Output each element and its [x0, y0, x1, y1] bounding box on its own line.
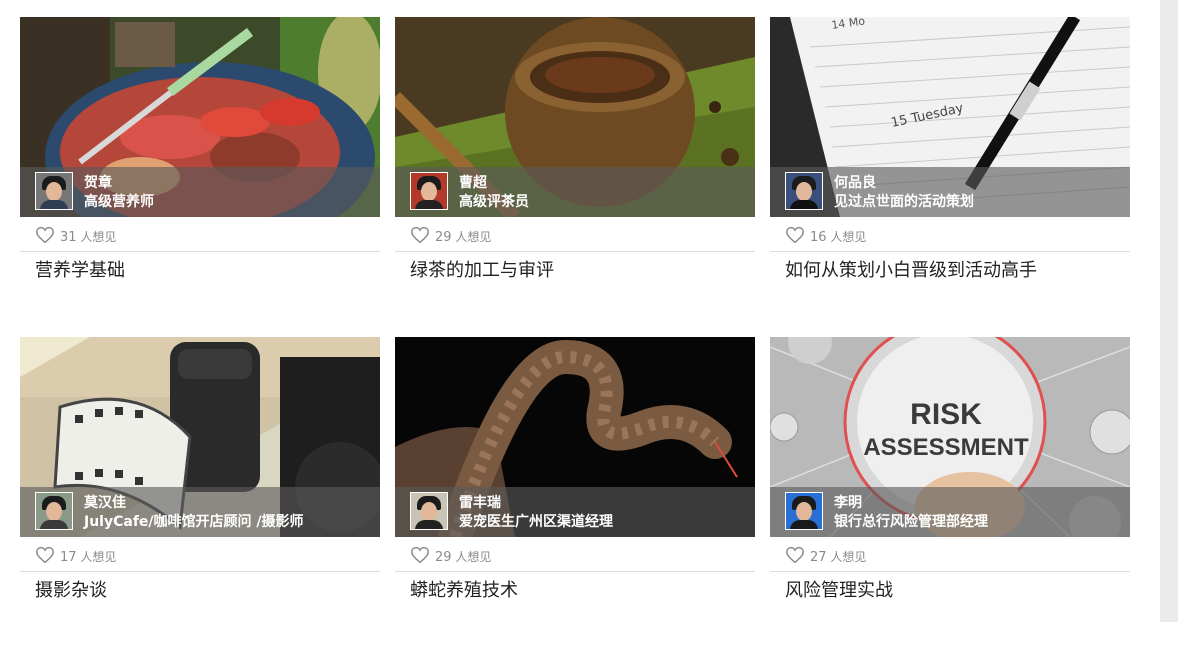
course-thumbnail[interactable]: 贺章 高级营养师	[20, 17, 380, 217]
card-meta: 29 人想见	[395, 217, 755, 252]
heart-icon[interactable]	[35, 546, 55, 564]
like-count: 17	[60, 550, 77, 565]
card-meta: 31 人想见	[20, 217, 380, 252]
risk-text: RISK	[910, 398, 982, 431]
teacher-avatar[interactable]	[785, 172, 823, 210]
teacher-title: 爱宠医生广州区渠道经理	[459, 514, 613, 530]
like-count: 31	[60, 230, 77, 245]
teacher-avatar[interactable]	[410, 492, 448, 530]
teacher-title: 见过点世面的活动策划	[834, 194, 974, 210]
teacher-title: 银行总行风险管理部经理	[834, 514, 988, 530]
course-title[interactable]: 营养学基础	[35, 260, 380, 282]
teacher-title: 高级评茶员	[459, 194, 529, 210]
want-count: 29 人想见	[435, 228, 491, 245]
teacher-avatar[interactable]	[785, 492, 823, 530]
teacher-info-bar: 雷丰瑞 爱宠医生广州区渠道经理	[395, 487, 755, 537]
course-card[interactable]: 14 Mo 15 Tuesday 何品良 见过点世面的活动策划 16 人想见 如…	[770, 17, 1130, 297]
course-card[interactable]: 贺章 高级营养师 31 人想见 营养学基础	[20, 17, 380, 297]
course-thumbnail[interactable]: 曹超 高级评茶员	[395, 17, 755, 217]
teacher-title: JulyCafe/咖啡馆开店顾问 /摄影师	[84, 514, 304, 530]
teacher-avatar[interactable]	[35, 172, 73, 210]
teacher-name[interactable]: 贺章	[84, 175, 112, 191]
teacher-info-bar: 莫汉佳 JulyCafe/咖啡馆开店顾问 /摄影师	[20, 487, 380, 537]
course-card[interactable]: 雷丰瑞 爱宠医生广州区渠道经理 29 人想见 蟒蛇养殖技术	[395, 337, 755, 617]
course-thumbnail[interactable]: 雷丰瑞 爱宠医生广州区渠道经理	[395, 337, 755, 537]
assessment-text: ASSESSMENT	[863, 434, 1029, 461]
like-suffix: 人想见	[80, 230, 117, 244]
like-count: 27	[810, 550, 827, 565]
teacher-info-bar: 何品良 见过点世面的活动策划	[770, 167, 1130, 217]
teacher-title: 高级营养师	[84, 194, 154, 210]
want-count: 27 人想见	[810, 548, 866, 565]
heart-icon[interactable]	[410, 546, 430, 564]
heart-icon[interactable]	[410, 226, 430, 244]
like-suffix: 人想见	[830, 230, 867, 244]
course-row: 莫汉佳 JulyCafe/咖啡馆开店顾问 /摄影师 17 人想见 摄影杂谈 雷丰…	[20, 337, 1130, 617]
course-title[interactable]: 风险管理实战	[785, 580, 1130, 602]
want-count: 31 人想见	[60, 228, 116, 245]
course-card[interactable]: RISK ASSESSMENT 李明 银行总行风险管理部经理 27 人想见 风险…	[770, 337, 1130, 617]
card-meta: 16 人想见	[770, 217, 1130, 252]
teacher-info-bar: 贺章 高级营养师	[20, 167, 380, 217]
course-title[interactable]: 摄影杂谈	[35, 580, 380, 602]
like-suffix: 人想见	[80, 550, 117, 564]
want-count: 17 人想见	[60, 548, 116, 565]
teacher-avatar[interactable]	[410, 172, 448, 210]
page-scrollbar[interactable]	[1160, 0, 1178, 622]
like-suffix: 人想见	[455, 550, 492, 564]
course-thumbnail[interactable]: RISK ASSESSMENT 李明 银行总行风险管理部经理	[770, 337, 1130, 537]
like-count: 16	[810, 230, 827, 245]
teacher-name[interactable]: 李明	[834, 495, 862, 511]
teacher-name[interactable]: 曹超	[459, 175, 487, 191]
want-count: 29 人想见	[435, 548, 491, 565]
card-meta: 27 人想见	[770, 537, 1130, 572]
course-row: 贺章 高级营养师 31 人想见 营养学基础 曹超 高级评茶员 29 人想见 绿茶…	[20, 17, 1130, 297]
like-count: 29	[435, 230, 452, 245]
like-count: 29	[435, 550, 452, 565]
teacher-name[interactable]: 莫汉佳	[84, 495, 126, 511]
teacher-info-bar: 曹超 高级评茶员	[395, 167, 755, 217]
want-count: 16 人想见	[810, 228, 866, 245]
course-card[interactable]: 莫汉佳 JulyCafe/咖啡馆开店顾问 /摄影师 17 人想见 摄影杂谈	[20, 337, 380, 617]
teacher-name[interactable]: 何品良	[834, 175, 876, 191]
teacher-name[interactable]: 雷丰瑞	[459, 495, 501, 511]
card-meta: 17 人想见	[20, 537, 380, 572]
course-title[interactable]: 蟒蛇养殖技术	[410, 580, 755, 602]
heart-icon[interactable]	[785, 546, 805, 564]
card-meta: 29 人想见	[395, 537, 755, 572]
heart-icon[interactable]	[35, 226, 55, 244]
course-title[interactable]: 绿茶的加工与审评	[410, 260, 755, 282]
course-title[interactable]: 如何从策划小白晋级到活动高手	[785, 260, 1130, 282]
teacher-avatar[interactable]	[35, 492, 73, 530]
course-thumbnail[interactable]: 14 Mo 15 Tuesday 何品良 见过点世面的活动策划	[770, 17, 1130, 217]
heart-icon[interactable]	[785, 226, 805, 244]
like-suffix: 人想见	[455, 230, 492, 244]
course-thumbnail[interactable]: 莫汉佳 JulyCafe/咖啡馆开店顾问 /摄影师	[20, 337, 380, 537]
like-suffix: 人想见	[830, 550, 867, 564]
course-card[interactable]: 曹超 高级评茶员 29 人想见 绿茶的加工与审评	[395, 17, 755, 297]
teacher-info-bar: 李明 银行总行风险管理部经理	[770, 487, 1130, 537]
course-grid: 贺章 高级营养师 31 人想见 营养学基础 曹超 高级评茶员 29 人想见 绿茶…	[20, 17, 1130, 657]
